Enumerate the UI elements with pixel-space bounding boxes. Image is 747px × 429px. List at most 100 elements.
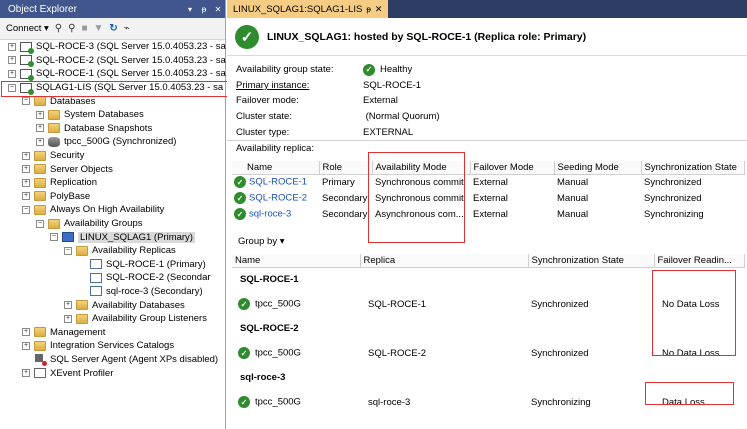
tree-node[interactable]: + Integration Services Catalogs: [0, 339, 225, 353]
disconnect-icon[interactable]: ⚲: [68, 23, 75, 34]
pin-icon[interactable]: ᵽ: [366, 5, 370, 14]
tree-node[interactable]: SQL-ROCE-2 (Secondar: [0, 271, 225, 285]
expand-icon[interactable]: +: [36, 137, 44, 146]
column-header[interactable]: Seeding Mode: [554, 161, 642, 175]
tree-node-label[interactable]: Database Snapshots: [64, 123, 152, 134]
tree-node-label[interactable]: SQL-ROCE-1 (Primary): [106, 259, 206, 270]
tree-node-label[interactable]: Server Objects: [50, 164, 113, 175]
tree-node-label[interactable]: Availability Groups: [64, 218, 143, 229]
tree-node-label[interactable]: Replication: [50, 177, 97, 188]
tree-node[interactable]: + Management: [0, 325, 225, 339]
tree-node-label[interactable]: SQL-ROCE-1 (SQL Server 15.0.4053.23 - sa: [36, 68, 226, 79]
tree-node-label[interactable]: SQL Server Agent (Agent XPs disabled): [50, 354, 218, 365]
column-header[interactable]: Failover Readin...: [654, 254, 745, 268]
filter-icon[interactable]: ▼: [94, 23, 104, 34]
tree-node-label[interactable]: Security: [50, 150, 84, 161]
replica-link[interactable]: SQL-ROCE-1: [249, 177, 307, 188]
tree-node[interactable]: SQL-ROCE-1 (Primary): [0, 258, 225, 272]
expand-icon[interactable]: +: [22, 178, 30, 187]
column-header[interactable]: Role: [319, 161, 373, 175]
tree-node[interactable]: + Availability Databases: [0, 298, 225, 312]
collapse-icon[interactable]: −: [22, 97, 30, 106]
replica-link[interactable]: SQL-ROCE-2: [249, 193, 307, 204]
tree-node-label[interactable]: Availability Replicas: [92, 245, 176, 256]
tree-node-label[interactable]: Availability Group Listeners: [92, 313, 207, 324]
tree-node-label[interactable]: SQL-ROCE-2 (SQL Server 15.0.4053.23 - sa: [36, 55, 226, 66]
column-header[interactable]: Failover Mode: [470, 161, 555, 175]
group-by-button[interactable]: Group by ▾: [238, 236, 284, 247]
tree-node[interactable]: + SQL-ROCE-3 (SQL Server 15.0.4053.23 - s…: [0, 40, 226, 54]
tree-node[interactable]: + PolyBase: [0, 190, 225, 204]
tree-node-label[interactable]: Management: [50, 327, 105, 338]
close-icon[interactable]: ✕: [211, 5, 225, 14]
expand-icon[interactable]: +: [22, 341, 30, 350]
expand-icon[interactable]: +: [22, 165, 30, 174]
tree-node[interactable]: − LINUX_SQLAG1 (Primary): [0, 230, 225, 244]
tree-node-label[interactable]: tpcc_500G (Synchronized): [64, 136, 176, 147]
tab-ag-dashboard[interactable]: LINUX_SQLAG1:SQLAG1-LIS ᵽ ✕: [227, 0, 389, 18]
tree-node-label[interactable]: Always On High Availability: [50, 204, 164, 215]
tree-node-label[interactable]: SQL-ROCE-3 (SQL Server 15.0.4053.23 - sa: [36, 41, 226, 52]
tree-node-label[interactable]: XEvent Profiler: [50, 368, 113, 379]
expand-icon[interactable]: +: [22, 192, 30, 201]
replica-link[interactable]: sql-roce-3: [249, 209, 291, 220]
tree-node-label[interactable]: LINUX_SQLAG1 (Primary): [78, 231, 195, 243]
tree-node-label[interactable]: SQL-ROCE-2 (Secondar: [106, 272, 211, 283]
tree-node-label[interactable]: Integration Services Catalogs: [50, 340, 174, 351]
tree-node[interactable]: + tpcc_500G (Synchronized): [0, 135, 225, 149]
tree-node-label[interactable]: PolyBase: [50, 191, 90, 202]
tree-node[interactable]: + Server Objects: [0, 162, 225, 176]
replica-name-cell[interactable]: ✓ sql-roce-3: [232, 206, 319, 222]
tree-node[interactable]: SQL Server Agent (Agent XPs disabled): [0, 353, 225, 367]
expand-icon[interactable]: +: [22, 328, 30, 337]
collapse-icon[interactable]: −: [36, 219, 44, 228]
close-icon[interactable]: ✕: [375, 4, 383, 15]
column-header[interactable]: Replica: [360, 254, 529, 268]
stop-icon[interactable]: ■: [81, 23, 87, 34]
expand-icon[interactable]: +: [22, 151, 30, 160]
tree-node-label[interactable]: sql-roce-3 (Secondary): [106, 286, 203, 297]
tree-node[interactable]: + SQL-ROCE-1 (SQL Server 15.0.4053.23 - s…: [0, 67, 226, 81]
expand-icon[interactable]: +: [8, 56, 16, 65]
replica-row[interactable]: ✓ sql-roce-3 Secondary Asynchronous com... E…: [232, 206, 744, 222]
tree-node-label[interactable]: System Databases: [64, 109, 144, 120]
replica-name-cell[interactable]: ✓ SQL-ROCE-2: [232, 190, 319, 206]
tree-node[interactable]: + Availability Group Listeners: [0, 312, 225, 326]
tree-node[interactable]: + XEvent Profiler: [0, 366, 225, 380]
expand-icon[interactable]: +: [36, 110, 44, 119]
replica-seeding-cell: Manual: [557, 192, 589, 204]
tree-node[interactable]: + System Databases: [0, 108, 225, 122]
collapse-icon[interactable]: −: [50, 233, 58, 242]
tree-node[interactable]: − Availability Groups: [0, 217, 225, 231]
tree-node[interactable]: + Security: [0, 149, 225, 163]
refresh-icon[interactable]: ↻: [109, 23, 117, 34]
tree-node[interactable]: sql-roce-3 (Secondary): [0, 285, 225, 299]
expand-icon[interactable]: +: [36, 124, 44, 133]
expand-icon[interactable]: +: [64, 301, 72, 310]
tree-node-label[interactable]: Databases: [50, 96, 95, 107]
column-header[interactable]: Name: [232, 254, 361, 268]
column-header[interactable]: Synchronization State: [528, 254, 655, 268]
collapse-icon[interactable]: −: [64, 246, 72, 255]
replica-name-cell[interactable]: ✓ SQL-ROCE-1: [232, 174, 319, 190]
connect-button[interactable]: Connect ▾: [6, 23, 49, 34]
replica-row[interactable]: ✓ SQL-ROCE-1 Primary Synchronous commit Exte…: [232, 174, 744, 190]
window-position-dropdown-icon[interactable]: ▾: [183, 5, 197, 14]
column-header[interactable]: Name: [232, 161, 320, 175]
tree-node[interactable]: + Replication: [0, 176, 225, 190]
column-header[interactable]: Synchronization State: [641, 161, 745, 175]
expand-icon[interactable]: +: [8, 42, 16, 51]
expand-icon[interactable]: +: [64, 314, 72, 323]
connect-object-explorer-icon[interactable]: ⚲: [55, 23, 62, 34]
collapse-icon[interactable]: −: [22, 205, 30, 214]
tree-node[interactable]: + SQL-ROCE-2 (SQL Server 15.0.4053.23 - s…: [0, 54, 226, 68]
expand-icon[interactable]: +: [22, 369, 30, 378]
tree-node[interactable]: + Database Snapshots: [0, 122, 225, 136]
pin-icon[interactable]: ᵽ: [197, 5, 211, 14]
tree-node[interactable]: − Availability Replicas: [0, 244, 225, 258]
activity-monitor-icon[interactable]: ⌁: [124, 23, 130, 34]
tree-node[interactable]: − Always On High Availability: [0, 203, 225, 217]
tree-node-label[interactable]: Availability Databases: [92, 300, 185, 311]
replica-row[interactable]: ✓ SQL-ROCE-2 Secondary Synchronous commit Ex…: [232, 190, 744, 206]
expand-icon[interactable]: +: [8, 69, 16, 78]
